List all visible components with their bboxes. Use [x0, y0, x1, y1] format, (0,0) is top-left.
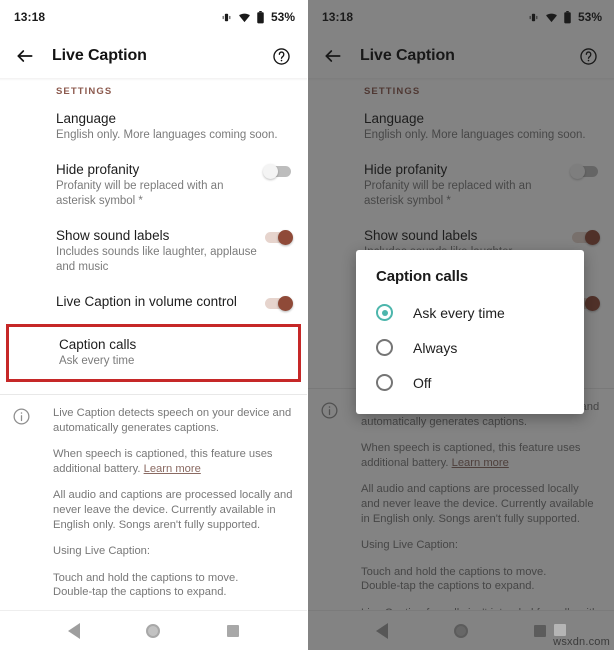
setting-row-language[interactable]: Language English only. More languages co…: [0, 97, 307, 148]
setting-title: Live Caption in volume control: [56, 294, 237, 309]
toggle-thumb: [263, 164, 278, 179]
page-title: Live Caption: [52, 47, 147, 64]
radio-option-ask-every-time[interactable]: Ask every time: [356, 295, 584, 330]
setting-text: Show sound labels Includes sounds like l…: [56, 227, 263, 275]
caption-calls-dialog: Caption calls Ask every time Always Off: [356, 250, 584, 414]
setting-title: Hide profanity: [56, 162, 140, 177]
setting-text: Language English only. More languages co…: [56, 110, 293, 143]
home-circle-icon: [146, 623, 161, 638]
watermark-square: [554, 624, 566, 636]
status-bar: 13:18: [0, 0, 307, 34]
screenshot-stage: 13:18 53% Live Caption SETTINGS Language…: [0, 0, 614, 650]
vibrate-icon: [220, 11, 233, 24]
status-time: 13:18: [14, 10, 46, 24]
battery-icon: [256, 10, 265, 24]
radio-option-off[interactable]: Off: [356, 365, 584, 400]
setting-text: Hide profanity Profanity will be replace…: [56, 161, 263, 209]
setting-subtitle: Includes sounds like laughter, applause …: [56, 246, 257, 273]
app-bar: Live Caption: [0, 34, 307, 78]
setting-title: Language: [56, 111, 117, 126]
setting-subtitle: Ask every time: [59, 355, 135, 367]
info-paragraph-3: All audio and captions are processed loc…: [53, 489, 293, 531]
home-button[interactable]: [139, 617, 167, 645]
radio-label: Ask every time: [413, 304, 505, 321]
right-phone-screen: 13:18: [307, 0, 614, 650]
usage-bullets: [150, 545, 166, 557]
usage-bullet: Touch and hold the captions to move.: [53, 571, 239, 584]
radio-icon-selected[interactable]: [376, 304, 393, 321]
arrow-back-icon[interactable]: [12, 43, 38, 69]
toggle-live-caption-volume[interactable]: [263, 296, 293, 311]
recents-square-icon: [227, 624, 240, 637]
setting-row-hide-profanity[interactable]: Hide profanity Profanity will be replace…: [0, 148, 307, 214]
left-phone-screen: 13:18 53% Live Caption SETTINGS Language…: [0, 0, 307, 650]
android-nav-bar: [0, 610, 307, 650]
dialog-title: Caption calls: [376, 268, 469, 285]
setting-row-show-sound-labels[interactable]: Show sound labels Includes sounds like l…: [0, 214, 307, 280]
learn-more-link[interactable]: Learn more: [144, 463, 201, 475]
setting-row-volume-control[interactable]: Live Caption in volume control: [0, 280, 307, 316]
toggle-hide-profanity[interactable]: [263, 164, 293, 179]
back-triangle-icon: [67, 622, 80, 639]
footer-info-text: Live Caption detects speech on your devi…: [53, 406, 293, 641]
footer-info-block: Live Caption detects speech on your devi…: [0, 395, 307, 641]
usage-heading: Using Live Caption:: [53, 545, 151, 558]
usage-bullet: Double-tap the captions to expand.: [53, 586, 227, 599]
info-circle-icon: [12, 407, 32, 427]
settings-list: SETTINGS Language English only. More lan…: [0, 81, 307, 641]
setting-row-caption-calls[interactable]: Caption calls Ask every time: [9, 327, 298, 379]
battery-percent: 53%: [270, 10, 295, 24]
info-usage-block: Using Live Caption:: [53, 544, 293, 559]
toggle-thumb: [278, 296, 293, 311]
radio-icon[interactable]: [376, 339, 393, 356]
radio-icon[interactable]: [376, 374, 393, 391]
watermark-text: wsxdn.com: [553, 636, 610, 648]
section-label-settings: SETTINGS: [56, 86, 113, 97]
help-circle-icon[interactable]: [269, 44, 293, 68]
toggle-show-sound-labels[interactable]: [263, 230, 293, 245]
setting-title: Caption calls: [59, 337, 137, 352]
recents-button[interactable]: [219, 617, 247, 645]
setting-title: Show sound labels: [56, 228, 170, 243]
toggle-thumb: [278, 230, 293, 245]
radio-label: Off: [413, 374, 432, 391]
wifi-icon: [238, 11, 251, 24]
highlight-annotation-box: Caption calls Ask every time: [6, 324, 301, 382]
setting-subtitle: Profanity will be replaced with an aster…: [56, 180, 224, 207]
radio-label: Always: [413, 339, 458, 356]
status-icon-group: 53%: [220, 10, 295, 24]
setting-text: Live Caption in volume control: [56, 293, 263, 310]
setting-subtitle: English only. More languages coming soon…: [56, 129, 278, 141]
setting-text: Caption calls Ask every time: [59, 336, 288, 369]
info-paragraph-1: Live Caption detects speech on your devi…: [53, 407, 292, 434]
radio-option-always[interactable]: Always: [356, 330, 584, 365]
back-button[interactable]: [60, 617, 88, 645]
info-paragraph-2: When speech is captioned, this feature u…: [53, 447, 293, 476]
